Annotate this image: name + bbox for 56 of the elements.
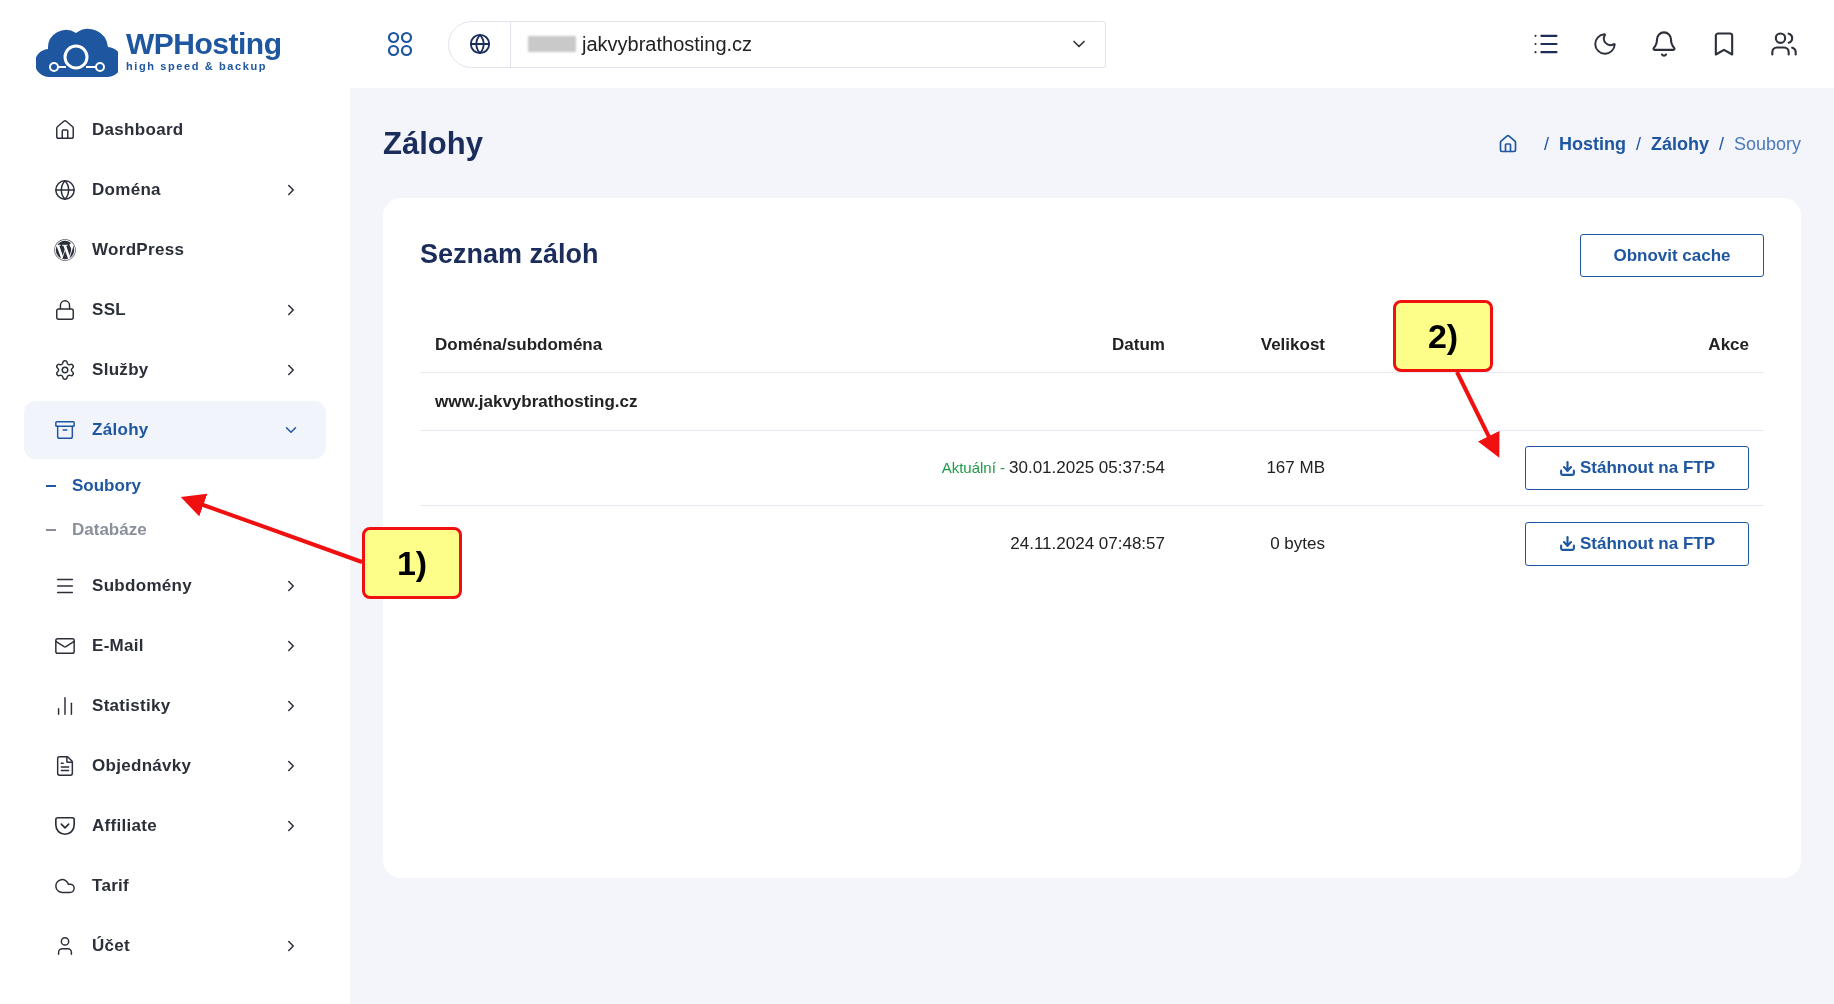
apps-icon[interactable] (387, 31, 413, 57)
table-cell-text: 0 bytes (1270, 532, 1325, 555)
column-header: Velikost (1260, 333, 1325, 356)
sidebar-item[interactable]: Dashboard (24, 101, 326, 159)
sidebar-item[interactable]: Doména (24, 161, 326, 219)
logo: WPHosting high speed & backup (126, 28, 282, 72)
globe-icon (468, 33, 491, 55)
column-header: Akce (1708, 333, 1749, 356)
pocket-icon (54, 815, 76, 837)
document-icon (54, 755, 76, 777)
sidebar-item[interactable]: Tarif (24, 857, 326, 915)
breadcrumb-separator: / (1543, 132, 1549, 156)
globe-icon (54, 179, 76, 201)
breadcrumb-link[interactable]: Zálohy (1650, 130, 1709, 158)
refresh-button[interactable]: Obnovit cache (1580, 234, 1764, 277)
bell-icon[interactable] (1650, 30, 1678, 58)
moon-icon[interactable] (1592, 31, 1618, 57)
sidebar-item[interactable]: Účet (24, 917, 326, 975)
page-title: Zálohy (383, 124, 483, 163)
breadcrumb-separator: / (1635, 132, 1641, 156)
annotation-callout: 1) (362, 527, 462, 599)
sidebar-item[interactable]: Statistiky (24, 677, 326, 735)
domain-group-label: www.jakvybrathosting.cz (435, 390, 638, 413)
column-header: Datum (1112, 333, 1165, 356)
breadcrumb-link[interactable]: Hosting (1558, 130, 1626, 158)
sidebar-item[interactable]: WordPress (24, 221, 326, 279)
download-icon (1558, 535, 1576, 552)
mail-icon (54, 635, 76, 657)
settings-icon (54, 359, 76, 381)
download-icon (1558, 459, 1576, 477)
annotation-callout: 2) (1393, 300, 1493, 372)
table-cell-text: 24.11.2024 07:48:57 (1010, 532, 1165, 555)
home-icon (54, 119, 76, 141)
sidebar-item[interactable]: SSL (24, 281, 326, 339)
table-cell-text: 167 MB (1266, 457, 1325, 480)
lock-icon (54, 299, 76, 321)
sidebar-item[interactable]: Objednávky (24, 737, 326, 795)
download-ftp-button[interactable]: Stáhnout na FTP (1525, 521, 1749, 566)
breadcrumb-current: Soubory (1733, 132, 1801, 156)
redacted-block (528, 36, 576, 52)
column-header: Doména/subdoména (435, 333, 604, 356)
download-ftp-button[interactable]: Stáhnout na FTP (1525, 446, 1749, 490)
home-icon[interactable] (1497, 134, 1518, 154)
sidebar-item[interactable]: Zálohy (24, 401, 326, 459)
breadcrumb-separator: / (1718, 132, 1724, 156)
archive-icon (54, 419, 76, 441)
submenu-item[interactable]: Soubory (46, 464, 350, 508)
sidebar-item[interactable]: E-Mail (24, 617, 326, 675)
wordpress-icon (54, 239, 76, 261)
sidebar-item[interactable]: Subdomény (24, 557, 326, 615)
table-cell-text: 30.01.2025 05:37:54 (1009, 457, 1165, 480)
current-label: Aktuální - (941, 457, 1005, 478)
users-icon[interactable] (1770, 30, 1798, 58)
sidebar-item[interactable]: Affiliate (24, 797, 326, 855)
card-title: Seznam záloh (420, 238, 599, 271)
sidebar-item[interactable]: Služby (24, 341, 326, 399)
